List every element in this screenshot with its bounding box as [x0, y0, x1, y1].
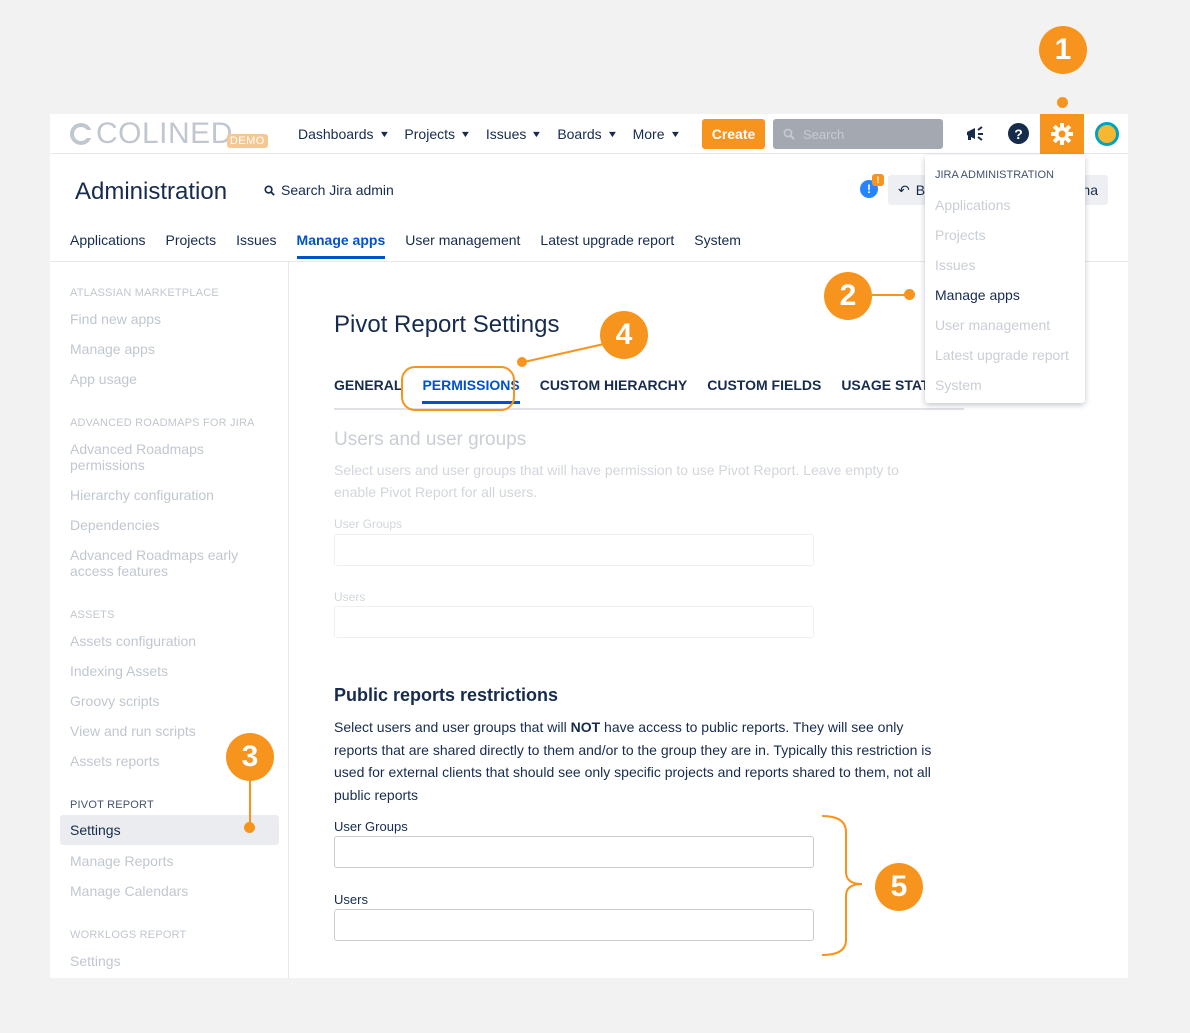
- callout-3-dot: [244, 822, 255, 833]
- callout-2-line: [872, 294, 908, 296]
- permissions-tab-highlight: [401, 366, 515, 411]
- callout-3-line: [249, 781, 251, 823]
- callout-3: 3: [226, 733, 274, 781]
- callout-2: 2: [824, 272, 872, 320]
- callout-2-dot: [904, 289, 915, 300]
- callout-4-connector: [517, 343, 863, 956]
- callout-5: 5: [875, 863, 923, 911]
- callout-1-dot: [1057, 97, 1068, 108]
- callout-4: 4: [600, 311, 648, 359]
- callout-1: 1: [1039, 26, 1087, 74]
